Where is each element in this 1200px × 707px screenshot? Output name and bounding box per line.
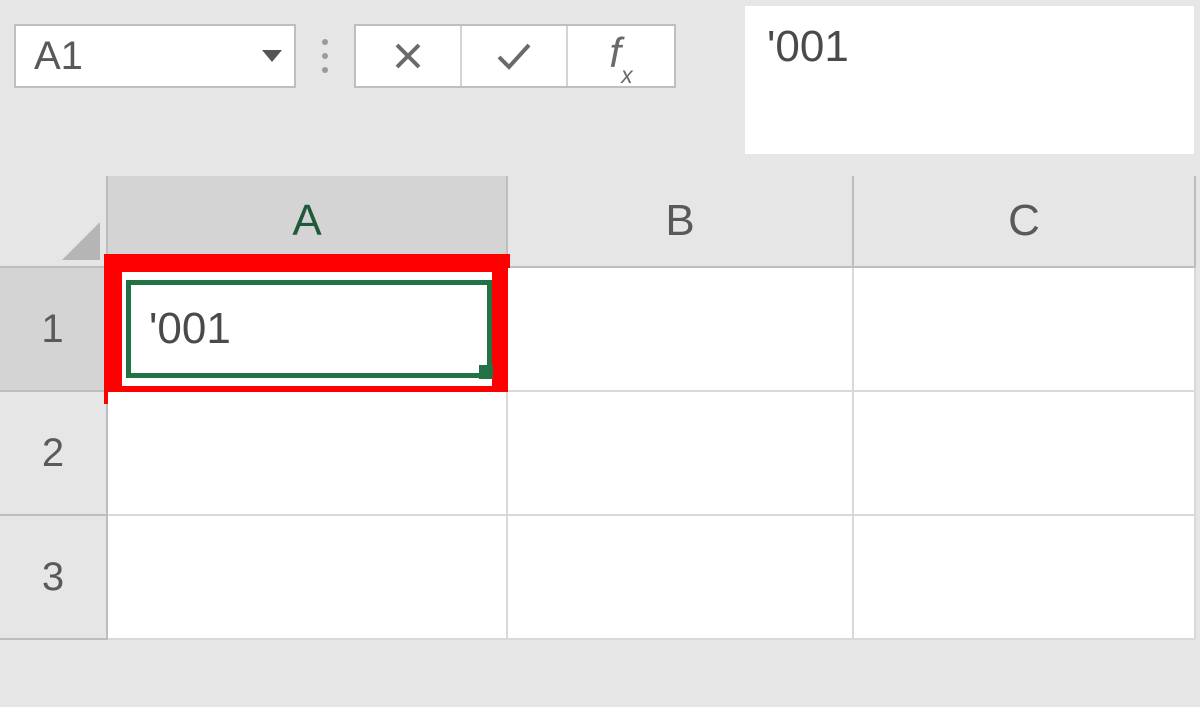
active-cell-border: '001 [126,280,492,378]
column-header-B[interactable]: B [508,176,854,268]
expand-dots-icon[interactable] [296,24,354,88]
insert-function-button[interactable]: fx [568,26,674,86]
row-header-2[interactable]: 2 [0,392,108,516]
name-box-value: A1 [34,34,83,79]
cell-C2[interactable] [854,392,1196,516]
formula-input-text: '001 [767,22,849,71]
cell-B3[interactable] [508,516,854,640]
spreadsheet-grid: A B C 1 '001 2 3 [0,176,1200,707]
chevron-down-icon [262,50,282,62]
cell-A1-value: '001 [149,304,231,354]
column-headers: A B C [0,176,1200,268]
row-3: 3 [0,516,1200,640]
column-header-A[interactable]: A [108,176,508,268]
cell-A2[interactable] [108,392,508,516]
cell-B2[interactable] [508,392,854,516]
formula-buttons: fx [354,24,676,88]
row-1: 1 '001 [0,268,1200,392]
cell-A3[interactable] [108,516,508,640]
name-box[interactable]: A1 [14,24,296,88]
select-all-corner[interactable] [0,176,108,268]
formula-bar: A1 fx [14,24,676,88]
column-header-C[interactable]: C [854,176,1196,268]
fx-icon: fx [609,29,632,82]
cell-C1[interactable] [854,268,1196,392]
row-2: 2 [0,392,1200,516]
fill-handle[interactable] [479,365,493,379]
enter-button[interactable] [462,26,568,86]
cell-B1[interactable] [508,268,854,392]
row-header-3[interactable]: 3 [0,516,108,640]
formula-input[interactable]: '001 [745,6,1194,154]
cell-A1[interactable]: '001 [108,268,508,392]
row-header-1[interactable]: 1 [0,268,108,392]
cell-C3[interactable] [854,516,1196,640]
cancel-button[interactable] [356,26,462,86]
